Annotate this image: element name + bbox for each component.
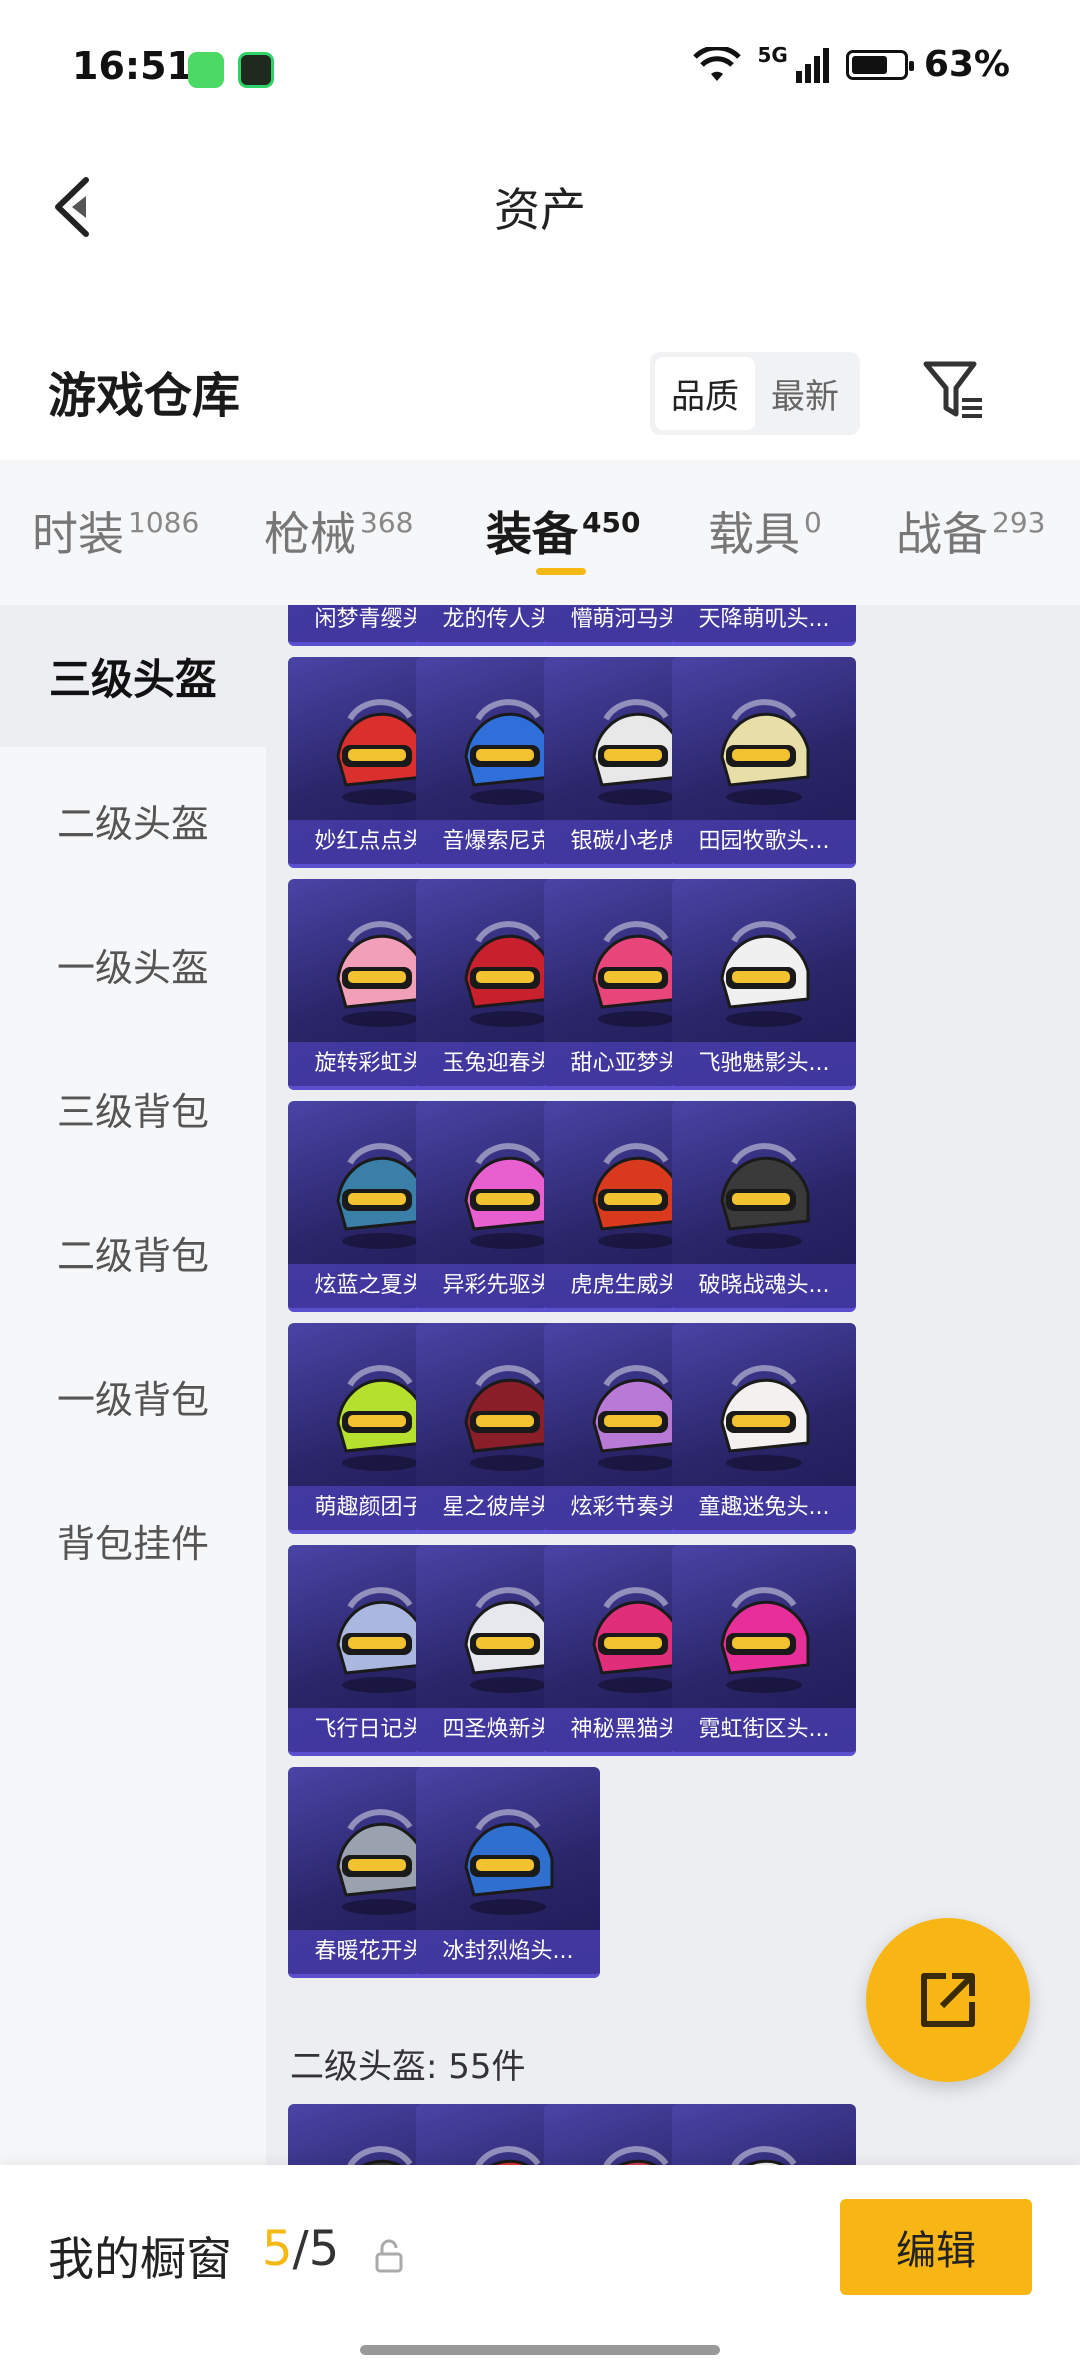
wifi-icon (693, 46, 742, 81)
tab-label: 时装 (32, 507, 124, 561)
showcase-total: 5 (308, 2221, 340, 2277)
tab-vehicles[interactable]: 载具 0 (708, 498, 822, 564)
item-card[interactable] (672, 2104, 856, 2165)
share-button[interactable] (866, 1918, 1030, 2082)
helmet-icon (720, 1365, 810, 1471)
signal-icon (795, 47, 829, 83)
tab-count: 1086 (128, 506, 200, 539)
showcase-count: 5/5 (262, 2221, 339, 2277)
tab-label: 枪械 (264, 507, 356, 561)
item-card[interactable]: 破晓战魂头... (672, 1101, 856, 1312)
showcase-used: 5 (262, 2221, 293, 2277)
item-name: 霓虹街区头... (672, 1708, 856, 1752)
sidebar-item-level1-backpack[interactable]: 一级背包 (0, 1325, 266, 1467)
helmet-icon (720, 921, 810, 1027)
tab-fashion[interactable]: 时装 1086 (32, 498, 199, 564)
helmet-icon (720, 1587, 810, 1693)
item-name: 童趣迷兔头... (672, 1486, 856, 1530)
helmet-icon (720, 699, 810, 805)
item-name: 冰封烈焰头... (416, 1930, 600, 1974)
warehouse-header: 游戏仓库 品质 最新 (0, 340, 1080, 450)
lock-icon (375, 2239, 403, 2273)
page-title: 资产 (494, 183, 586, 237)
tab-count: 450 (582, 506, 641, 539)
status-bar: 16:51 5G 63% (0, 0, 1080, 130)
tab-count: 368 (360, 506, 414, 539)
tab-count: 293 (992, 506, 1046, 539)
tab-guns[interactable]: 枪械 368 (264, 498, 413, 564)
sort-toggle: 品质 最新 (650, 352, 860, 435)
showcase-slash: / (292, 2221, 309, 2277)
messages-app-icon (188, 52, 224, 88)
item-name: 天降萌叽头... (672, 605, 856, 642)
title-bar: 资产 (0, 160, 1080, 250)
tab-supplies[interactable]: 战备 293 (896, 498, 1045, 564)
tab-count: 0 (804, 506, 822, 539)
tab-label: 载具 (708, 507, 800, 561)
item-card[interactable]: 霓虹街区头... (672, 1545, 856, 1756)
battery-percent: 63% (923, 44, 1010, 85)
sidebar-item-level2-backpack[interactable]: 二级背包 (0, 1181, 266, 1323)
network-type: 5G (757, 42, 788, 67)
tab-label: 装备 (486, 507, 578, 561)
sort-latest-button[interactable]: 最新 (755, 357, 855, 430)
subcategory-sidebar: 三级头盔 二级头盔 一级头盔 三级背包 二级背包 一级背包 背包挂件 (0, 605, 266, 2165)
sidebar-item-backpack-charm[interactable]: 背包挂件 (0, 1469, 266, 1611)
section-label-level2: 二级头盔: 55件 (290, 2047, 526, 2087)
item-card[interactable]: 冰封烈焰头... (416, 1767, 600, 1978)
home-indicator (360, 2345, 720, 2355)
helmet-icon (464, 1809, 554, 1915)
share-icon (921, 1973, 975, 2027)
tab-equipment[interactable]: 装备 450 (486, 498, 640, 564)
sidebar-item-level1-helmet[interactable]: 一级头盔 (0, 893, 266, 1035)
status-right: 5G 63% (693, 42, 1010, 85)
sidebar-item-level2-helmet[interactable]: 二级头盔 (0, 749, 266, 891)
active-tab-indicator (536, 568, 586, 575)
showcase-bar: 我的橱窗 5/5 编辑 (0, 2165, 1080, 2378)
item-name: 田园牧歌头... (672, 820, 856, 864)
item-card[interactable]: 天降萌叽头... (672, 605, 856, 646)
edit-button[interactable]: 编辑 (840, 2199, 1032, 2295)
item-name: 飞驰魅影头... (672, 1042, 856, 1086)
item-card[interactable]: 田园牧歌头... (672, 657, 856, 868)
filter-icon[interactable] (920, 356, 986, 422)
item-card[interactable]: 童趣迷兔头... (672, 1323, 856, 1534)
battery-icon (845, 49, 914, 80)
showcase-label: 我的橱窗 (48, 2232, 232, 2286)
sidebar-item-level3-helmet[interactable]: 三级头盔 (0, 605, 266, 747)
battery-fill (851, 55, 888, 74)
tab-label: 战备 (896, 507, 988, 561)
sort-quality-button[interactable]: 品质 (655, 357, 755, 430)
helmet-icon (720, 1143, 810, 1249)
game-app-icon (238, 52, 274, 88)
helmet-icon (731, 2146, 797, 2165)
warehouse-title: 游戏仓库 (48, 368, 241, 424)
item-name: 破晓战魂头... (672, 1264, 856, 1308)
item-card[interactable]: 飞驰魅影头... (672, 879, 856, 1090)
sidebar-item-level3-backpack[interactable]: 三级背包 (0, 1037, 266, 1179)
category-tabs: 时装 1086 枪械 368 装备 450 载具 0 战备 293 (0, 460, 1080, 605)
status-time: 16:51 (72, 44, 193, 88)
